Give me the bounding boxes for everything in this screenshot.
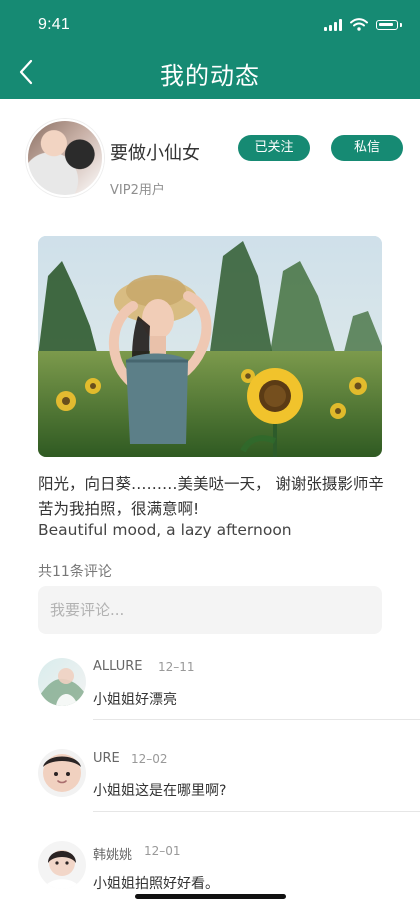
comment-avatar[interactable] [38,658,86,706]
post-photo [38,236,382,457]
home-indicator [135,894,286,899]
comment-avatar[interactable] [38,841,86,889]
comment-input[interactable] [38,586,382,634]
signal-icon [324,19,342,31]
comment-author: 韩姚姚 [93,848,133,863]
comment-author: ALLURE [93,659,143,674]
battery-tip [400,23,402,27]
avatar-photo [38,658,86,706]
comment-text: 小姐姐这是在哪里啊? [93,783,227,799]
comment-date: 12–01 [144,844,181,858]
user-name: 要做小仙女 [110,143,200,164]
avatar-photo [38,841,86,889]
wifi-icon [350,18,368,31]
user-avatar[interactable] [26,119,104,197]
comment-author: URE [93,751,120,766]
message-button[interactable]: 私信 [331,135,403,161]
comment-divider [93,719,420,720]
comment-text: 小姐姐拍照好好看。 [93,876,219,892]
comment-item: ALLURE 12–11 小姐姐好漂亮 [0,656,420,736]
post-image[interactable] [38,236,382,457]
status-time: 9:41 [38,16,70,33]
comment-text: 小姐姐好漂亮 [93,692,177,708]
comment-item: URE 12–02 小姐姐这是在哪里啊? [0,749,420,829]
page-title: 我的动态 [160,62,260,90]
comment-item: 韩姚姚 12–01 小姐姐拍照好好看。 [0,841,420,921]
post-text-cn: 阳光，向日葵………美美哒一天， 谢谢张摄影师辛苦为我拍照，很满意啊! [38,475,384,518]
comment-divider [93,811,420,812]
comment-count: 共11条评论 [38,564,112,580]
follow-button[interactable]: 已关注 [238,135,310,161]
avatar-photo [38,749,86,797]
comment-avatar[interactable] [38,749,86,797]
post-text-en: Beautiful mood, a lazy afternoon [38,521,292,539]
comment-date: 12–02 [131,752,168,766]
app-header: 9:41 我的动态 [0,0,420,99]
user-level-badge: VIP2用户 [110,183,165,198]
battery-icon [376,20,398,30]
comment-date: 12–11 [158,660,195,674]
status-icons [324,17,402,33]
